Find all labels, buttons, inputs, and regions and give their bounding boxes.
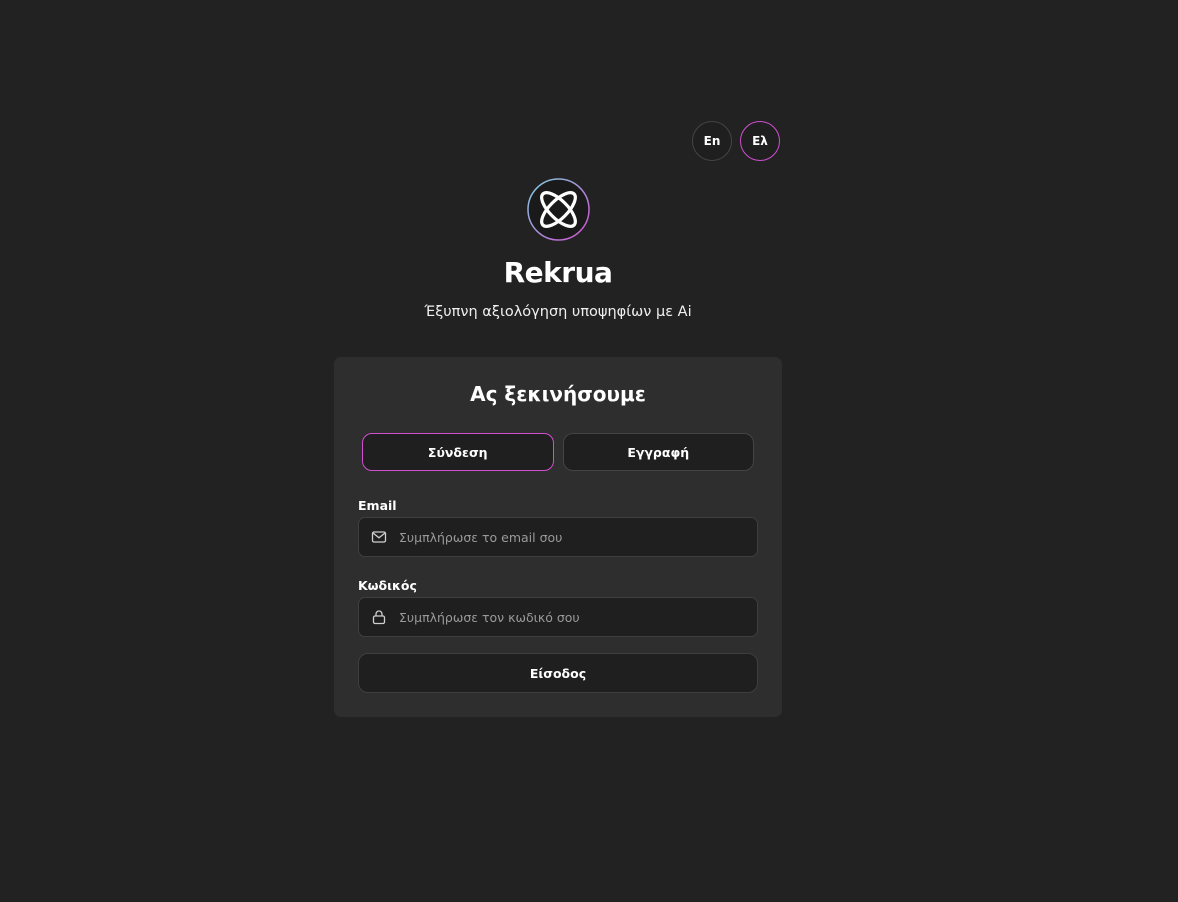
language-switch: En Ελ: [692, 121, 780, 161]
password-field[interactable]: [358, 597, 758, 637]
auth-tabs: Σύνδεση Εγγραφή: [362, 433, 754, 471]
mail-icon: [371, 529, 387, 545]
email-input[interactable]: [399, 529, 757, 545]
language-el-button[interactable]: Ελ: [740, 121, 780, 161]
email-label: Email: [358, 498, 397, 513]
app-name: Rekrua: [503, 256, 613, 289]
app-tagline: Έξυπνη αξιολόγηση υποψηφίων με Ai: [424, 304, 692, 320]
login-submit-button[interactable]: Είσοδος: [358, 653, 758, 693]
email-field[interactable]: [358, 517, 758, 557]
lock-icon: [371, 609, 387, 625]
password-label: Κωδικός: [358, 578, 417, 593]
language-en-button[interactable]: En: [692, 121, 732, 161]
tab-register[interactable]: Εγγραφή: [562, 433, 754, 471]
orbit-logo-icon: [527, 178, 590, 241]
password-input[interactable]: [399, 609, 757, 625]
card-title: Ας ξεκινήσουμε: [470, 382, 646, 406]
auth-card: Ας ξεκινήσουμε Σύνδεση Εγγραφή Email Κωδ…: [334, 357, 782, 717]
tab-login[interactable]: Σύνδεση: [362, 433, 554, 471]
